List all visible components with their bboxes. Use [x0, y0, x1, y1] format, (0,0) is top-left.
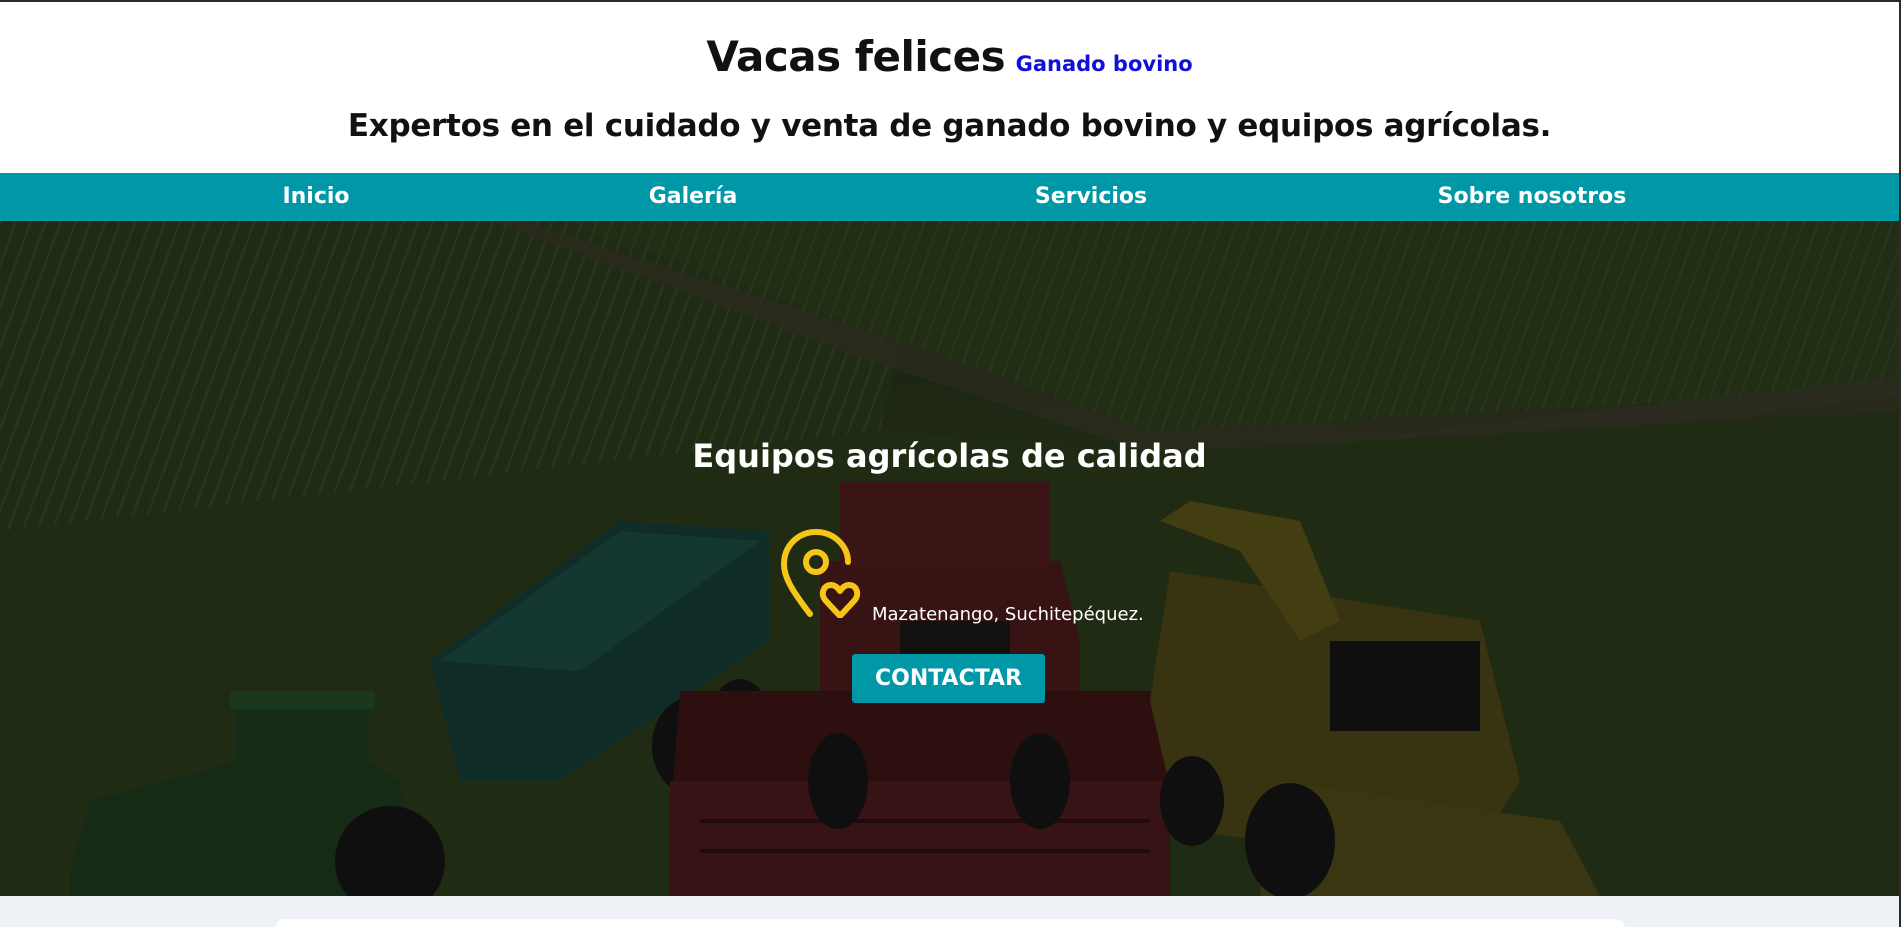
site-header: Vacas felices Ganado bovino Expertos en …	[0, 4, 1899, 173]
map-pin-heart-icon	[780, 528, 861, 618]
subtitle-link[interactable]: Ganado bovino	[1016, 52, 1193, 76]
location-text: Mazatenango, Suchitepéquez.	[872, 604, 1144, 625]
site-title: Vacas felices	[706, 32, 1006, 81]
hero-title: Equipos agrícolas de calidad	[692, 437, 1207, 475]
hero-content: Equipos agrícolas de calidad Mazatenango…	[0, 221, 1899, 896]
page: Vacas felices Ganado bovino Expertos en …	[0, 0, 1901, 927]
nav-item-galeria[interactable]: Galería	[649, 173, 738, 221]
brand-row: Vacas felices Ganado bovino	[0, 32, 1899, 81]
site-tagline: Expertos en el cuidado y venta de ganado…	[347, 108, 1552, 144]
nav-item-servicios[interactable]: Servicios	[1035, 173, 1147, 221]
nav-item-inicio[interactable]: Inicio	[282, 173, 349, 221]
main-nav: Inicio Galería Servicios Sobre nosotros	[0, 173, 1899, 221]
content-card	[275, 919, 1625, 927]
nav-item-sobre-nosotros[interactable]: Sobre nosotros	[1438, 173, 1627, 221]
contact-button[interactable]: CONTACTAR	[852, 654, 1045, 703]
hero-section: Equipos agrícolas de calidad Mazatenango…	[0, 221, 1899, 896]
